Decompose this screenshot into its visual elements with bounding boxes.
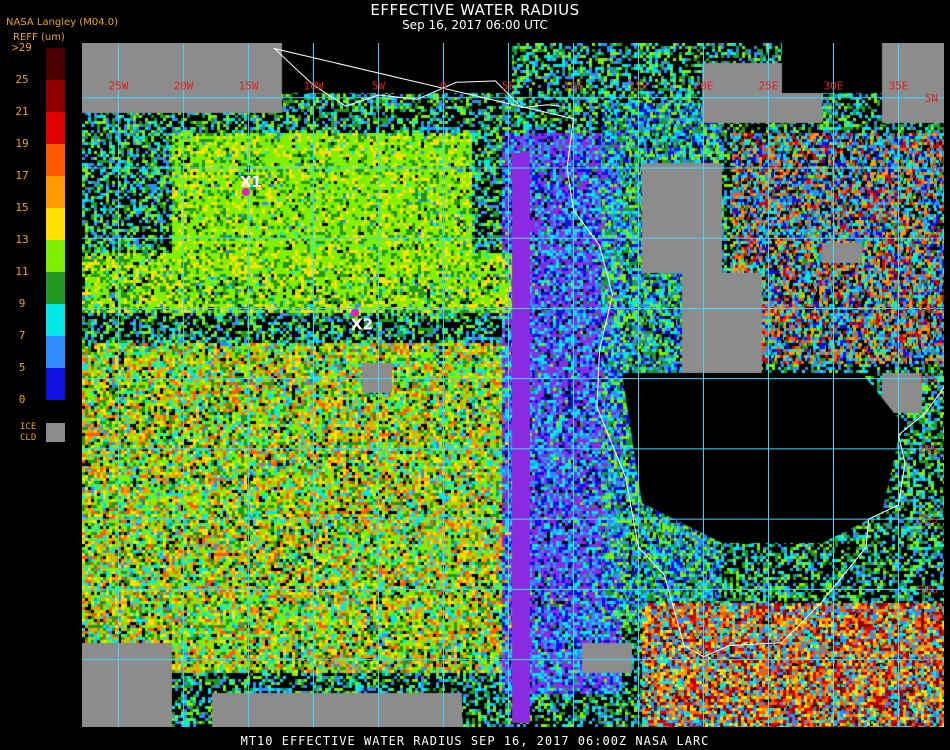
ice-cloud-swatch bbox=[46, 423, 65, 442]
lat-grid-label: 20S bbox=[918, 443, 938, 456]
lat-grid-label: 0 bbox=[931, 162, 938, 175]
legend-tick-label: 11 bbox=[15, 265, 29, 278]
lat-grid-label: 25S bbox=[918, 513, 938, 526]
marker-label: X1 bbox=[240, 173, 262, 191]
legend-swatch bbox=[46, 208, 65, 240]
lon-grid-label: 35E bbox=[889, 79, 909, 92]
legend-tick-label: 7 bbox=[18, 329, 26, 342]
legend-swatch bbox=[46, 80, 65, 112]
legend-swatch bbox=[46, 48, 65, 80]
lon-grid-label: 5E bbox=[502, 79, 515, 92]
lon-grid-label: 15E bbox=[629, 79, 649, 92]
lon-grid-label: 10E bbox=[564, 79, 584, 92]
legend-tick-label: 15 bbox=[15, 201, 29, 214]
lon-grid-label: 30E bbox=[824, 79, 844, 92]
legend-swatch bbox=[46, 176, 65, 208]
satellite-map: 25W 20W 15W 10W 5W 0 5E 10E 15E 20E 25E 30E 35E 5N 0 5S… bbox=[82, 43, 944, 727]
lon-grid-label: 25E bbox=[759, 79, 779, 92]
legend-tick-label: 21 bbox=[15, 105, 29, 118]
legend-swatch bbox=[46, 112, 65, 144]
legend-tick-label: 17 bbox=[15, 169, 29, 182]
legend-swatch bbox=[46, 368, 65, 400]
lon-grid-label: 0 bbox=[440, 79, 447, 92]
legend-swatch bbox=[46, 336, 65, 368]
lon-grid-label: 15W bbox=[238, 79, 258, 92]
legend-tick-label: >29 bbox=[12, 41, 32, 54]
map-overlay: 25W 20W 15W 10W 5W 0 5E 10E 15E 20E 25E 30E 35E 5N 0 5S… bbox=[82, 43, 944, 727]
legend-swatch bbox=[46, 144, 65, 176]
lon-grid-label: 20W bbox=[173, 79, 193, 92]
lon-grid-label: 25W bbox=[108, 79, 128, 92]
footer-caption: MT10 EFFECTIVE WATER RADIUS SEP 16, 2017… bbox=[240, 734, 710, 748]
lat-grid-label: 10S bbox=[918, 302, 938, 315]
brand-label: NASA Langley (M04.0) bbox=[6, 17, 118, 28]
lat-grid-label: 5N bbox=[925, 92, 938, 105]
lon-grid-label: 5W bbox=[372, 79, 386, 92]
legend-tick-label: 25 bbox=[15, 73, 29, 86]
marker-label: X2 bbox=[351, 316, 373, 334]
ice-label: ICE bbox=[20, 422, 37, 432]
lat-grid-label: 35S bbox=[918, 654, 938, 667]
map-subtitle: Sep 16, 2017 06:00 UTC bbox=[402, 18, 548, 32]
cld-label: CLD bbox=[20, 433, 37, 443]
lat-grid-label: 30S bbox=[918, 583, 938, 596]
legend-tick-label: 13 bbox=[15, 233, 29, 246]
legend-tick-label: 19 bbox=[15, 137, 29, 150]
legend-tick-label: 0 bbox=[18, 393, 26, 406]
lat-grid-label: 15S bbox=[918, 373, 938, 386]
lat-grid-label: 5S bbox=[925, 232, 938, 245]
legend-swatch bbox=[46, 304, 65, 336]
lon-grid-label: 20E bbox=[694, 79, 714, 92]
color-legend bbox=[46, 48, 65, 400]
legend-swatch bbox=[46, 240, 65, 272]
coastline bbox=[272, 47, 944, 658]
legend-tick-label: 5 bbox=[18, 361, 26, 374]
legend-tick-label: 9 bbox=[18, 297, 26, 310]
map-title: EFFECTIVE WATER RADIUS bbox=[370, 1, 580, 19]
legend-swatch bbox=[46, 272, 65, 304]
lon-grid-label: 10W bbox=[303, 79, 323, 92]
